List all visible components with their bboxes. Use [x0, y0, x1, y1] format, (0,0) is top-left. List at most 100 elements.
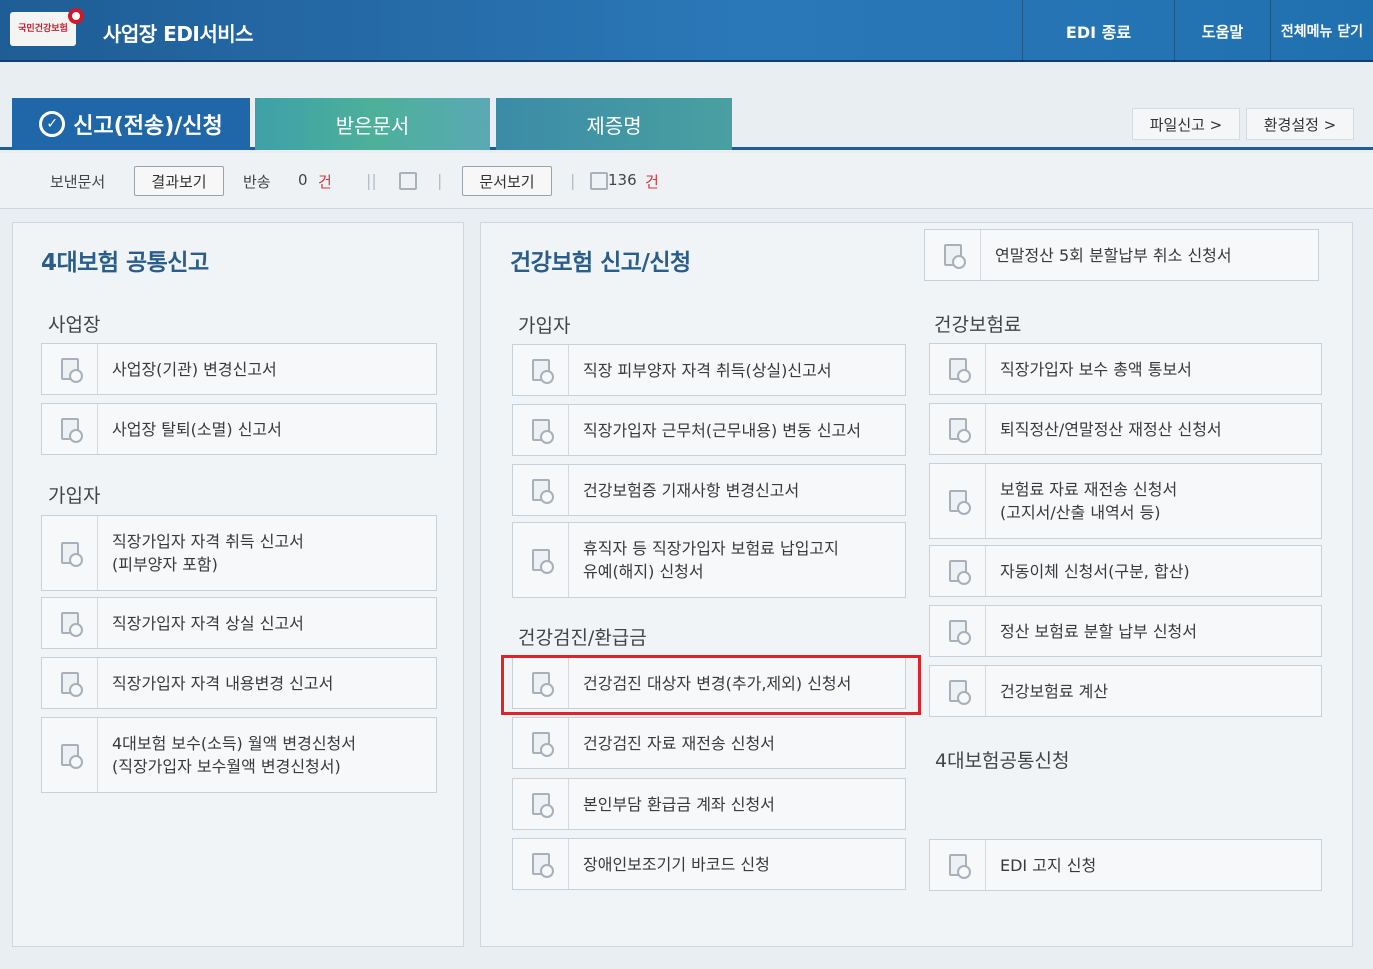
- menu-item-total-pay-report[interactable]: 직장가입자 보수 총액 통보서: [929, 343, 1322, 395]
- service-title: 사업장 EDI서비스: [103, 22, 254, 46]
- menu-item-label: 직장가입자 자격 내용변경 신고서: [112, 673, 334, 693]
- document-icon: [531, 549, 554, 574]
- document-icon: [531, 853, 554, 878]
- menu-item-content-change[interactable]: 직장가입자 자격 내용변경 신고서: [41, 657, 437, 709]
- section-title-subscriber: 가입자: [48, 485, 101, 507]
- document-icon: [948, 358, 971, 383]
- icon-box: [513, 523, 569, 597]
- returned-count: 0: [298, 171, 308, 189]
- panel-title: 건강보험 신고/신청: [510, 250, 691, 276]
- label-line: 직장가입자 자격 취득 신고서: [112, 532, 304, 551]
- menu-item-label: 퇴직정산/연말정산 재정산 신청서: [1000, 419, 1222, 439]
- menu-item-workplace-withdraw[interactable]: 사업장 탈퇴(소멸) 신고서: [41, 403, 437, 455]
- document-icon: [948, 620, 971, 645]
- menu-item-label: 건강검진 자료 재전송 신청서: [583, 733, 775, 753]
- menu-item-workplace-move[interactable]: 직장가입자 근무처(근무내용) 변동 신고서: [512, 404, 906, 456]
- menu-item-label: 건강보험료 계산: [1000, 681, 1109, 701]
- icon-box: [513, 345, 569, 395]
- panel-title: 4대보험 공통신고: [41, 250, 209, 276]
- mail-check-icon[interactable]: [399, 172, 417, 190]
- menu-item-label: 직장가입자 자격 취득 신고서 (피부양자 포함): [98, 530, 304, 576]
- menu-item-label: 보험료 자료 재전송 신청서 (고지서/산출 내역서 등): [986, 478, 1177, 524]
- document-icon: [531, 359, 554, 384]
- icon-box: [930, 606, 986, 656]
- label-line: (피부양자 포함): [112, 555, 218, 574]
- icon-box: [513, 839, 569, 889]
- document-icon: [531, 732, 554, 757]
- menu-item-acquire[interactable]: 직장가입자 자격 취득 신고서 (피부양자 포함): [41, 515, 437, 591]
- menu-item-assistive-barcode[interactable]: 장애인보조기기 바코드 신청: [512, 838, 906, 890]
- view-results-button[interactable]: 결과보기: [134, 166, 224, 196]
- edi-exit-button[interactable]: EDI 종료: [1022, 0, 1174, 62]
- menu-item-auto-transfer[interactable]: 자동이체 신청서(구분, 합산): [929, 545, 1322, 597]
- document-icon: [531, 793, 554, 818]
- tab-certificates[interactable]: 제증명: [496, 98, 732, 150]
- menu-item-label: 건강보험증 기재사항 변경신고서: [583, 480, 800, 500]
- menu-item-label: 자동이체 신청서(구분, 합산): [1000, 561, 1190, 581]
- menu-item-premium-calc[interactable]: 건강보험료 계산: [929, 665, 1322, 717]
- icon-box: [42, 344, 98, 394]
- menu-item-label: 휴직자 등 직장가입자 보험료 납입고지 유예(해지) 신청서: [569, 537, 839, 583]
- health-insurance-panel: 건강보험 신고/신청 연말정산 5회 분할납부 취소 신청서 가입자 직장 피부…: [480, 222, 1353, 947]
- section-title-premium: 건강보험료: [934, 314, 1022, 336]
- menu-item-label: 직장 피부양자 자격 취득(상실)신고서: [583, 360, 832, 380]
- section-title-common: 4대보험공통신청: [935, 750, 1070, 772]
- label-line: 4대보험 보수(소득) 월액 변경신청서: [112, 734, 357, 753]
- menu-item-edi-notice[interactable]: EDI 고지 신청: [929, 839, 1322, 891]
- document-icon: [60, 612, 83, 637]
- icon-box: [930, 840, 986, 890]
- menu-item-resettlement[interactable]: 퇴직정산/연말정산 재정산 신청서: [929, 403, 1322, 455]
- check-circle-icon: ✓: [39, 111, 66, 137]
- icon-box: [42, 516, 98, 590]
- document-icon: [948, 854, 971, 879]
- icon-box: [930, 464, 986, 538]
- menu-item-label: 장애인보조기기 바코드 신청: [583, 854, 770, 874]
- icon-box: [930, 546, 986, 596]
- tab-report-submit[interactable]: ✓ 신고(전송)/신청: [12, 98, 250, 150]
- section-title-checkup: 건강검진/환급금: [518, 627, 647, 649]
- settings-link[interactable]: 환경설정 >: [1246, 108, 1354, 140]
- menu-item-refund-account[interactable]: 본인부담 환급금 계좌 신청서: [512, 778, 906, 830]
- menu-item-premium-data-resend[interactable]: 보험료 자료 재전송 신청서 (고지서/산출 내역서 등): [929, 463, 1322, 539]
- highlight-box: [501, 655, 921, 715]
- returned-unit: 건: [318, 173, 332, 191]
- help-button[interactable]: 도움말: [1174, 0, 1270, 62]
- label-line: (고지서/산출 내역서 등): [1000, 503, 1161, 522]
- document-icon: [948, 418, 971, 443]
- close-all-menu-button[interactable]: 전체메뉴 닫기: [1270, 0, 1373, 62]
- icon-box: [513, 718, 569, 768]
- icon-box: [930, 404, 986, 454]
- menu-item-label: 사업장(기관) 변경신고서: [112, 359, 277, 379]
- menu-item-checkup-resend[interactable]: 건강검진 자료 재전송 신청서: [512, 717, 906, 769]
- logo-mark: 국민건강보험: [10, 8, 84, 46]
- view-docs-button[interactable]: 문서보기: [462, 166, 552, 196]
- divider: |: [570, 171, 576, 190]
- tab-received-docs[interactable]: 받은문서: [255, 98, 490, 150]
- menu-item-dependent-acquire[interactable]: 직장 피부양자 자격 취득(상실)신고서: [512, 344, 906, 396]
- menu-item-label: 본인부담 환급금 계좌 신청서: [583, 794, 775, 814]
- file-report-link[interactable]: 파일신고 >: [1132, 108, 1240, 140]
- menu-item-monthly-pay-change[interactable]: 4대보험 보수(소득) 월액 변경신청서 (직장가입자 보수월액 변경신청서): [41, 717, 437, 793]
- icon-box: [42, 598, 98, 648]
- menu-item-label: 직장가입자 근무처(근무내용) 변동 신고서: [583, 420, 861, 440]
- logo-text: 국민건강보험: [18, 23, 68, 34]
- menu-item-card-change[interactable]: 건강보험증 기재사항 변경신고서: [512, 464, 906, 516]
- menu-item-installment-payment[interactable]: 정산 보험료 분할 납부 신청서: [929, 605, 1322, 657]
- menu-item-workplace-change[interactable]: 사업장(기관) 변경신고서: [41, 343, 437, 395]
- returned-label: 반송: [243, 173, 271, 191]
- label-line: 유예(해지) 신청서: [583, 562, 704, 581]
- document-icon: [60, 744, 83, 769]
- menu-item-installment-cancel[interactable]: 연말정산 5회 분할납부 취소 신청서: [924, 229, 1319, 281]
- menu-item-leave-deferral[interactable]: 휴직자 등 직장가입자 보험료 납입고지 유예(해지) 신청서: [512, 522, 906, 598]
- label-line: (직장가입자 보수월액 변경신청서): [112, 757, 341, 776]
- menu-item-lose[interactable]: 직장가입자 자격 상실 신고서: [41, 597, 437, 649]
- common-report-panel: 4대보험 공통신고 사업장 사업장(기관) 변경신고서 사업장 탈퇴(소멸) 신…: [12, 222, 464, 947]
- logo-dot-icon: [68, 8, 84, 24]
- menu-item-label: EDI 고지 신청: [1000, 855, 1097, 875]
- app-header: 국민건강보험 사업장 EDI서비스 EDI 종료 도움말 전체메뉴 닫기: [0, 0, 1373, 62]
- document-icon: [60, 358, 83, 383]
- document-toolbar: 보낸문서 결과보기 반송 0 건 || | 문서보기 | 136 건: [0, 153, 1373, 209]
- icon-box: [42, 658, 98, 708]
- icon-box: [513, 405, 569, 455]
- document-icon: [531, 479, 554, 504]
